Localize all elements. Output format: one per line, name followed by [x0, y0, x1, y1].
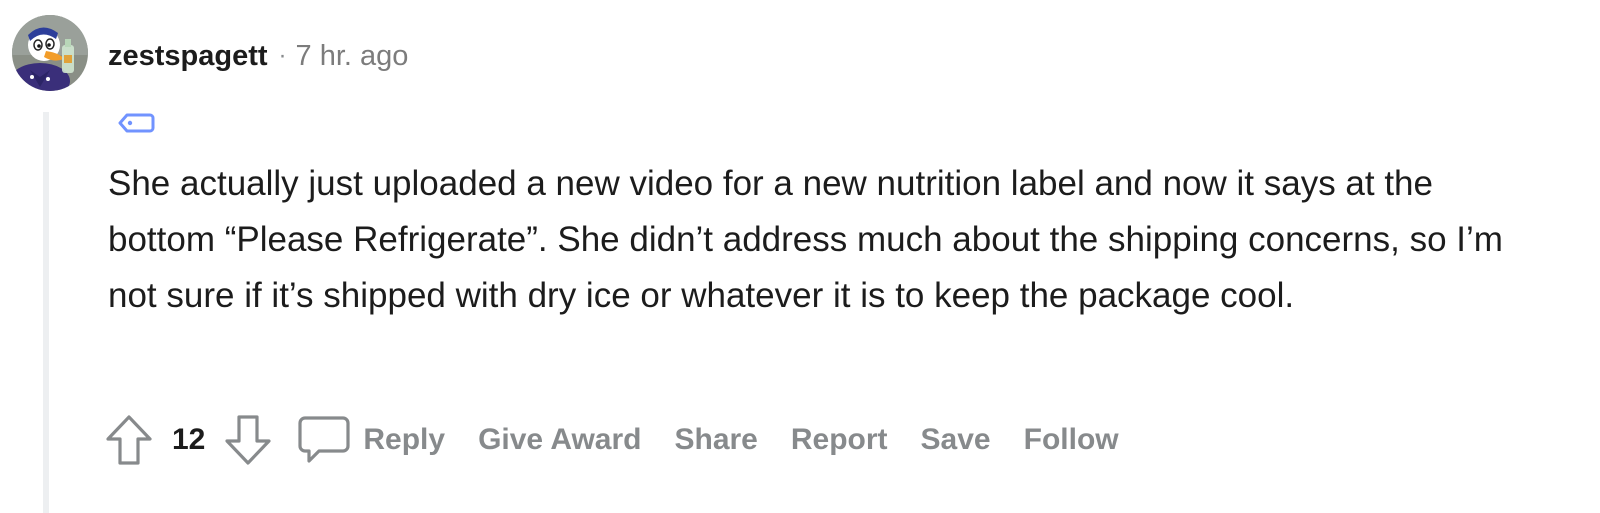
duck-avatar-icon	[12, 15, 88, 91]
arrow-down-icon	[225, 415, 271, 465]
downvote-button[interactable]	[221, 412, 275, 468]
speech-bubble-icon	[298, 416, 350, 463]
comment-body: She actually just uploaded a new video f…	[108, 164, 1503, 315]
follow-button[interactable]: Follow	[1024, 423, 1119, 457]
username-link[interactable]: zestspagett	[108, 40, 268, 73]
comment-action-bar: 12 Reply Give Award Share Report Save Fo…	[102, 412, 1119, 468]
save-button[interactable]: Save	[921, 423, 991, 457]
reply-icon-button[interactable]	[295, 412, 353, 468]
timestamp-link[interactable]: 7 hr. ago	[296, 40, 409, 73]
meta-separator: ·	[278, 42, 287, 69]
tag-icon[interactable]	[116, 110, 156, 136]
comment: zestspagett · 7 hr. ago She actually jus…	[0, 0, 1600, 513]
reply-button[interactable]: Reply	[363, 423, 445, 457]
give-award-button[interactable]: Give Award	[478, 423, 641, 457]
comment-meta: zestspagett · 7 hr. ago	[108, 36, 408, 76]
upvote-button[interactable]	[102, 412, 156, 468]
arrow-up-icon	[106, 415, 152, 465]
user-avatar[interactable]	[12, 15, 88, 91]
share-button[interactable]: Share	[674, 423, 757, 457]
thread-collapse-line[interactable]	[43, 112, 49, 513]
vote-score: 12	[172, 423, 206, 456]
tag-icon-svg	[118, 113, 155, 133]
report-button[interactable]: Report	[791, 423, 888, 457]
